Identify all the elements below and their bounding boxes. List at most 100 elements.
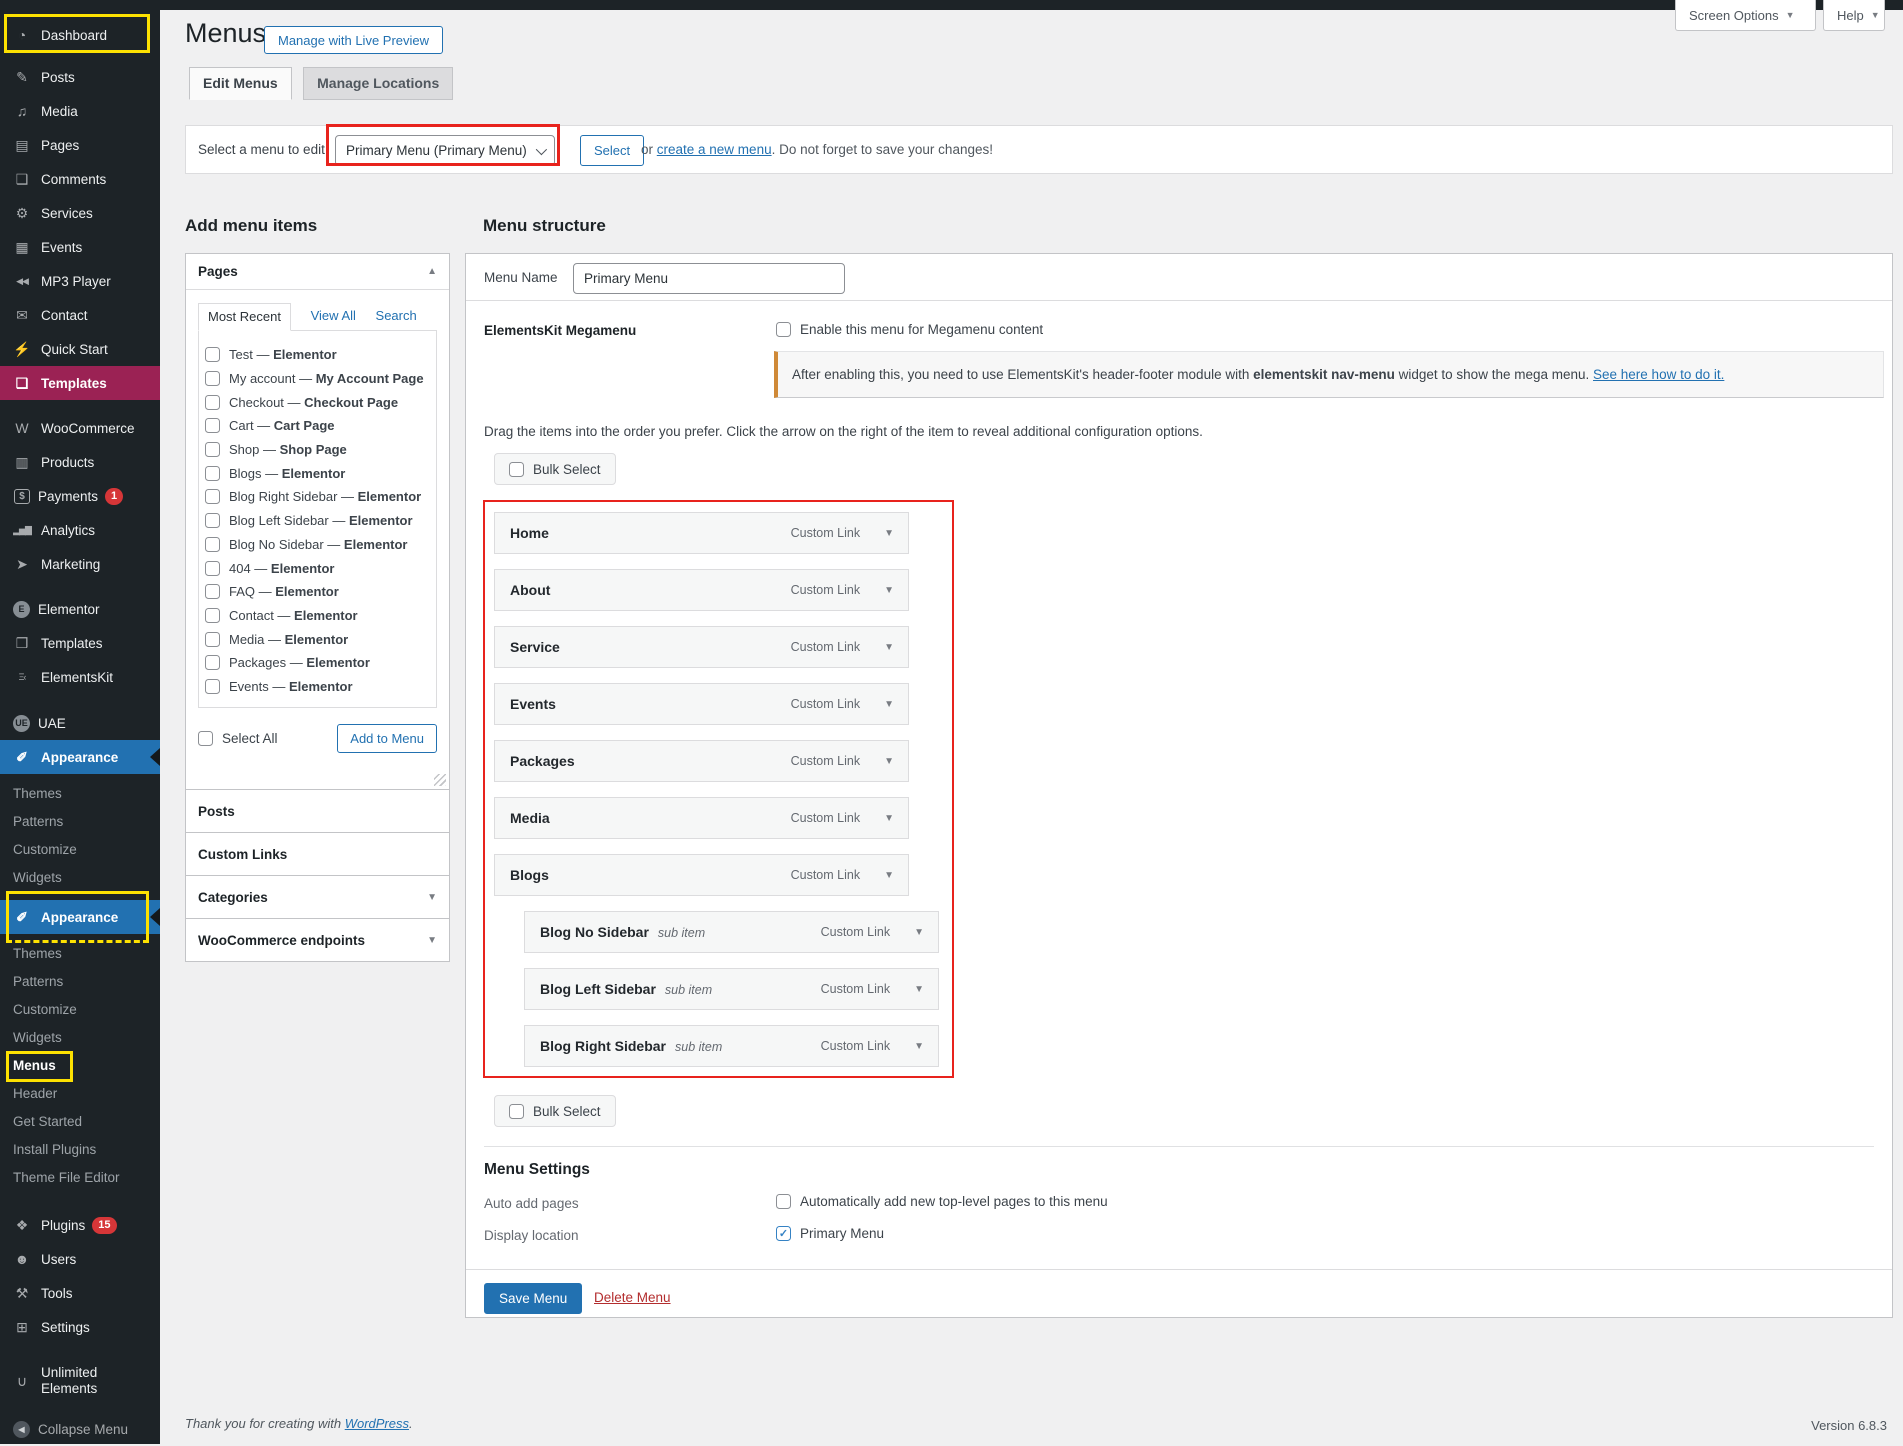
sidebar-subitem-customize[interactable]: Customize (0, 995, 160, 1023)
auto-add-pages-checkbox[interactable] (776, 1194, 791, 1209)
sidebar-item-tools[interactable]: ⚒Tools (0, 1276, 160, 1310)
sidebar-item-templates[interactable]: ❒Templates (0, 626, 160, 660)
expand-item-icon[interactable]: ▼ (914, 984, 924, 995)
sidebar-item-contact[interactable]: ✉Contact (0, 298, 160, 332)
sidebar-subitem-patterns[interactable]: Patterns (0, 967, 160, 995)
sidebar-item-payments[interactable]: $Payments1 (0, 479, 160, 513)
sidebar-item-mp3-player[interactable]: ◀◀MP3 Player (0, 264, 160, 298)
tab-view-all[interactable]: View All (311, 308, 356, 323)
expand-item-icon[interactable]: ▼ (914, 927, 924, 938)
expand-item-icon[interactable]: ▼ (884, 813, 894, 824)
sidebar-item-marketing[interactable]: ➤Marketing (0, 547, 160, 581)
sidebar-item-dashboard[interactable]: ◔Dashboard (0, 18, 160, 52)
sidebar-subitem-get-started[interactable]: Get Started (0, 1107, 160, 1135)
save-menu-button[interactable]: Save Menu (484, 1283, 582, 1314)
sidebar-item-collapse-menu[interactable]: ◀Collapse Menu (0, 1412, 160, 1446)
primary-menu-checkbox[interactable]: ✓ (776, 1226, 791, 1241)
sidebar-subitem-themes[interactable]: Themes (0, 779, 160, 807)
expand-item-icon[interactable]: ▼ (884, 699, 894, 710)
expand-item-icon[interactable]: ▼ (884, 756, 894, 767)
sidebar-subitem-install-plugins[interactable]: Install Plugins (0, 1135, 160, 1163)
sidebar-subitem-menus[interactable]: Menus (0, 1051, 160, 1079)
expand-item-icon[interactable]: ▼ (884, 870, 894, 881)
expand-item-icon[interactable]: ▼ (914, 1041, 924, 1052)
menu-item-blog-no-sidebar[interactable]: Blog No Sidebarsub itemCustom Link▼ (524, 911, 939, 953)
sidebar-item-quick-start[interactable]: ⚡Quick Start (0, 332, 160, 366)
sidebar-item-elementor[interactable]: EElementor (0, 592, 160, 626)
sidebar-item-analytics[interactable]: ▂▅▇Analytics (0, 513, 160, 547)
tab-edit-menus[interactable]: Edit Menus (189, 67, 292, 100)
collapse-up-icon[interactable]: ▲ (427, 266, 437, 277)
sidebar-item-media[interactable]: ♫Media (0, 94, 160, 128)
menu-item-blog-right-sidebar[interactable]: Blog Right Sidebarsub itemCustom Link▼ (524, 1025, 939, 1067)
menu-item-blogs[interactable]: BlogsCustom Link▼ (494, 854, 909, 896)
select-all-checkbox[interactable] (198, 731, 213, 746)
sidebar-item-appearance[interactable]: ✐Appearance (0, 740, 160, 774)
page-item-checkbox[interactable] (205, 489, 220, 504)
wordpress-link[interactable]: WordPress (345, 1416, 409, 1431)
sidebar-subitem-widgets[interactable]: Widgets (0, 1023, 160, 1051)
page-item-checkbox[interactable] (205, 537, 220, 552)
accordion-posts[interactable]: Posts (185, 790, 450, 833)
sidebar-item-unlimited-elements[interactable]: ∪Unlimited Elements (0, 1355, 160, 1407)
sidebar-subitem-patterns[interactable]: Patterns (0, 807, 160, 835)
menu-item-service[interactable]: ServiceCustom Link▼ (494, 626, 909, 668)
sidebar-item-pages[interactable]: ▤Pages (0, 128, 160, 162)
sidebar-item-elementskit[interactable]: Ξ‹ElementsKit (0, 660, 160, 694)
sidebar-item-posts[interactable]: ✎Posts (0, 60, 160, 94)
help-button[interactable]: Help ▼ (1823, 0, 1885, 31)
see-how-link[interactable]: See here how to do it. (1593, 367, 1724, 382)
menu-select-dropdown[interactable]: Primary Menu (Primary Menu) (335, 135, 555, 166)
sidebar-item-plugins[interactable]: ❖Plugins15 (0, 1208, 160, 1242)
sidebar-item-events[interactable]: ▦Events (0, 230, 160, 264)
page-item-checkbox[interactable] (205, 466, 220, 481)
sidebar-subitem-theme-file-editor[interactable]: Theme File Editor (0, 1163, 160, 1191)
select-button[interactable]: Select (580, 135, 644, 166)
page-item-checkbox[interactable] (205, 561, 220, 576)
menu-name-input[interactable] (573, 263, 845, 294)
tab-search[interactable]: Search (376, 308, 417, 323)
megamenu-enable-checkbox[interactable] (776, 322, 791, 337)
screen-options-button[interactable]: Screen Options ▼ (1675, 0, 1816, 31)
collapse-down-icon[interactable]: ▼ (427, 935, 437, 946)
tab-manage-locations[interactable]: Manage Locations (303, 67, 453, 100)
tab-most-recent[interactable]: Most Recent (198, 303, 291, 331)
sidebar-item-users[interactable]: ☻Users (0, 1242, 160, 1276)
menu-item-packages[interactable]: PackagesCustom Link▼ (494, 740, 909, 782)
sidebar-item-comments[interactable]: ❑Comments (0, 162, 160, 196)
page-item-checkbox[interactable] (205, 395, 220, 410)
page-item-checkbox[interactable] (205, 632, 220, 647)
manage-live-preview-button[interactable]: Manage with Live Preview (264, 26, 443, 54)
bulk-select-bottom-checkbox[interactable] (509, 1104, 524, 1119)
sidebar-subitem-widgets[interactable]: Widgets (0, 863, 160, 891)
bulk-select-top-checkbox[interactable] (509, 462, 524, 477)
sidebar-subitem-themes[interactable]: Themes (0, 939, 160, 967)
sidebar-item-uae[interactable]: UEUAE (0, 706, 160, 740)
page-item-checkbox[interactable] (205, 371, 220, 386)
expand-item-icon[interactable]: ▼ (884, 528, 894, 539)
page-item-checkbox[interactable] (205, 655, 220, 670)
menu-item-media[interactable]: MediaCustom Link▼ (494, 797, 909, 839)
sidebar-item-settings[interactable]: ⊞Settings (0, 1310, 160, 1344)
menu-item-home[interactable]: HomeCustom Link▼ (494, 512, 909, 554)
add-to-menu-button[interactable]: Add to Menu (337, 724, 437, 753)
page-item-checkbox[interactable] (205, 418, 220, 433)
expand-item-icon[interactable]: ▼ (884, 585, 894, 596)
sidebar-item-services[interactable]: ⚙Services (0, 196, 160, 230)
menu-item-blog-left-sidebar[interactable]: Blog Left Sidebarsub itemCustom Link▼ (524, 968, 939, 1010)
accordion-custom-links[interactable]: Custom Links (185, 833, 450, 876)
menu-item-events[interactable]: EventsCustom Link▼ (494, 683, 909, 725)
accordion-categories[interactable]: Categories▼ (185, 876, 450, 919)
expand-item-icon[interactable]: ▼ (884, 642, 894, 653)
collapse-down-icon[interactable]: ▼ (427, 892, 437, 903)
sidebar-subitem-header[interactable]: Header (0, 1079, 160, 1107)
page-item-checkbox[interactable] (205, 347, 220, 362)
resize-handle[interactable] (434, 774, 446, 786)
sidebar-item-products[interactable]: ▥Products (0, 445, 160, 479)
page-item-checkbox[interactable] (205, 679, 220, 694)
accordion-woocommerce-endpoints[interactable]: WooCommerce endpoints▼ (185, 919, 450, 962)
menu-item-about[interactable]: AboutCustom Link▼ (494, 569, 909, 611)
sidebar-item-templates[interactable]: ❏Templates (0, 366, 160, 400)
pages-box-header[interactable]: Pages ▲ (186, 254, 449, 290)
page-item-checkbox[interactable] (205, 608, 220, 623)
